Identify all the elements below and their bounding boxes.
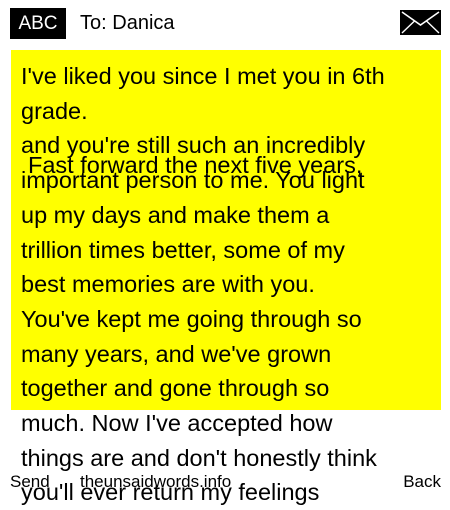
recipient-name: Danica: [112, 12, 175, 34]
recipient-line: To: Danica: [80, 11, 175, 35]
site-name: theunsaidwords.info: [80, 472, 232, 491]
to-label: To:: [80, 12, 107, 34]
envelope-icon: [400, 10, 441, 35]
back-softkey[interactable]: Back: [403, 470, 441, 494]
message-body: I've liked you since I met you in 6th gr…: [21, 63, 385, 506]
input-mode-badge[interactable]: ABC: [10, 8, 66, 39]
overlapping-message-line: Fast forward the next five years,: [28, 152, 363, 178]
send-softkey[interactable]: Send: [10, 470, 50, 494]
